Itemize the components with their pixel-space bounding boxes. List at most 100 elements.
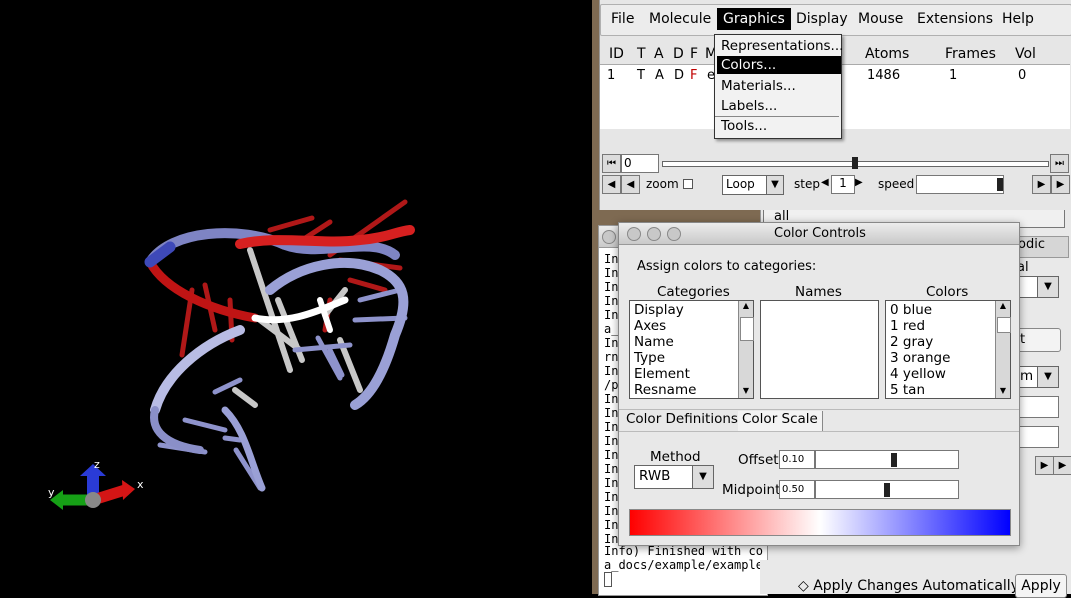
step-input[interactable]: 1 [831,175,855,194]
console-line: In [604,392,619,406]
console-line: In [604,518,619,532]
mol-fixed-flag[interactable]: F [690,68,697,83]
menu-item-colors[interactable]: Colors... [717,56,841,74]
loop-select[interactable]: Loop ▼ [722,175,784,195]
zoom-icon[interactable] [667,227,681,241]
col-id[interactable]: ID [609,46,624,62]
right-select-m[interactable]: m ▼ [1017,366,1059,388]
categories-header: Categories [657,284,730,300]
category-item[interactable]: Element [634,366,690,382]
midpoint-slider[interactable] [815,480,959,499]
step-increment-icon[interactable]: ▶ [855,177,863,188]
zoom-label: zoom [646,177,679,191]
right-field-1[interactable] [1017,396,1059,418]
auto-apply-checkbox[interactable]: ◇ Apply Changes Automatically [798,578,1019,594]
mol-top-flag[interactable]: T [637,68,645,83]
mol-active-flag[interactable]: A [655,68,664,83]
menu-molecule[interactable]: Molecule [649,11,711,27]
menu-extensions[interactable]: Extensions [917,11,993,27]
color-item[interactable]: 3 orange [890,350,950,366]
col-f[interactable]: F [690,46,698,62]
menu-item-tools[interactable]: Tools... [717,117,841,135]
console-line: In [604,294,619,308]
tab-color-scale[interactable]: Color Scale [738,411,823,431]
play-forward-icon[interactable]: ▶ [1051,175,1070,194]
menu-graphics[interactable]: Graphics [717,8,791,30]
colors-scrollbar[interactable]: ▲ ▼ [995,301,1011,398]
console-close-icon[interactable] [602,230,616,244]
offset-slider[interactable] [815,450,959,469]
col-t[interactable]: T [637,46,646,62]
categories-scrollbar[interactable]: ▲ ▼ [738,301,754,398]
category-item[interactable]: Resname [634,382,696,398]
menu-display[interactable]: Display [796,11,848,27]
console-line: In [604,336,619,350]
menu-mouse[interactable]: Mouse [858,11,903,27]
animation-slider-row: ⏮ 0 ⏭ [600,153,1070,173]
minimize-icon[interactable] [647,227,661,241]
goto-start-icon[interactable]: ⏮ [602,154,621,173]
categories-list[interactable]: Display Axes Name Type Element Resname ▲ ▼ [629,300,754,399]
col-frames[interactable]: Frames [945,46,996,62]
color-item[interactable]: 2 gray [890,334,933,350]
color-item[interactable]: 0 blue [890,302,932,318]
step-forward-icon[interactable]: ▶ [1032,175,1051,194]
mol-id: 1 [607,68,616,83]
step-back-icon[interactable]: ◀ [621,175,640,194]
frame-slider-thumb[interactable] [852,157,858,169]
col-d[interactable]: D [673,46,684,62]
frame-input[interactable]: 0 [621,154,659,173]
color-item[interactable]: 4 yellow [890,366,946,382]
console-line: In [604,476,619,490]
speed-slider[interactable] [916,175,1004,194]
offset-slider-thumb[interactable] [891,453,897,467]
category-item[interactable]: Name [634,334,674,350]
console-line: In [604,420,619,434]
console-input[interactable] [604,572,612,587]
apply-bar: ◇ Apply Changes Automatically Apply [760,560,1071,598]
tab-periodic[interactable]: odic [1017,236,1069,258]
zoom-checkbox[interactable] [683,179,693,189]
mol-drawn-flag[interactable]: D [674,68,684,83]
play-reverse-icon[interactable]: ◀ [602,175,621,194]
menu-item-representations[interactable]: Representations... [717,37,843,55]
right-step-button[interactable]: ▶ [1035,456,1054,475]
tab-color-definitions[interactable]: Color Definitions [622,411,743,431]
method-select[interactable]: RWB ▼ [634,465,714,489]
step-decrement-icon[interactable]: ◀ [821,177,829,188]
right-next-button[interactable]: ▶ [1053,456,1071,475]
apply-button[interactable]: Apply [1015,574,1067,598]
midpoint-slider-thumb[interactable] [884,483,890,497]
midpoint-input[interactable]: 0.50 [779,480,815,499]
console-line: In [604,504,619,518]
col-a[interactable]: A [654,46,664,62]
category-item[interactable]: Axes [634,318,666,334]
console-line: In [604,448,619,462]
console-line: a_ [604,322,619,336]
menu-help[interactable]: Help [1002,11,1034,27]
speed-label: speed [878,177,915,191]
menu-file[interactable]: File [611,11,634,27]
close-icon[interactable] [627,227,641,241]
console-line: In [604,252,619,266]
category-item[interactable]: Type [634,350,665,366]
names-list[interactable] [760,300,879,399]
offset-input[interactable]: 0.10 [779,450,815,469]
menu-item-labels[interactable]: Labels... [717,97,841,115]
category-item[interactable]: Display [634,302,684,318]
goto-end-icon[interactable]: ⏭ [1050,154,1069,173]
right-button-t[interactable]: t [1017,328,1061,352]
colors-list[interactable]: 0 blue 1 red 2 gray 3 orange 4 yellow 5 tan ▲… [885,300,1011,399]
color-item[interactable]: 5 tan [890,382,925,398]
3d-viewport[interactable]: z x y [0,0,592,594]
color-item[interactable]: 1 red [890,318,925,334]
right-select-1[interactable]: ▼ [1017,276,1059,298]
axis-x-label: x [137,478,144,491]
console-line: In [604,308,619,322]
menu-item-materials[interactable]: Materials... [717,77,841,95]
col-vol[interactable]: Vol [1015,46,1036,62]
right-field-2[interactable] [1017,426,1059,448]
col-atoms[interactable]: Atoms [865,46,909,62]
color-controls-titlebar[interactable]: Color Controls [619,223,1019,245]
method-label: Method [650,449,701,465]
